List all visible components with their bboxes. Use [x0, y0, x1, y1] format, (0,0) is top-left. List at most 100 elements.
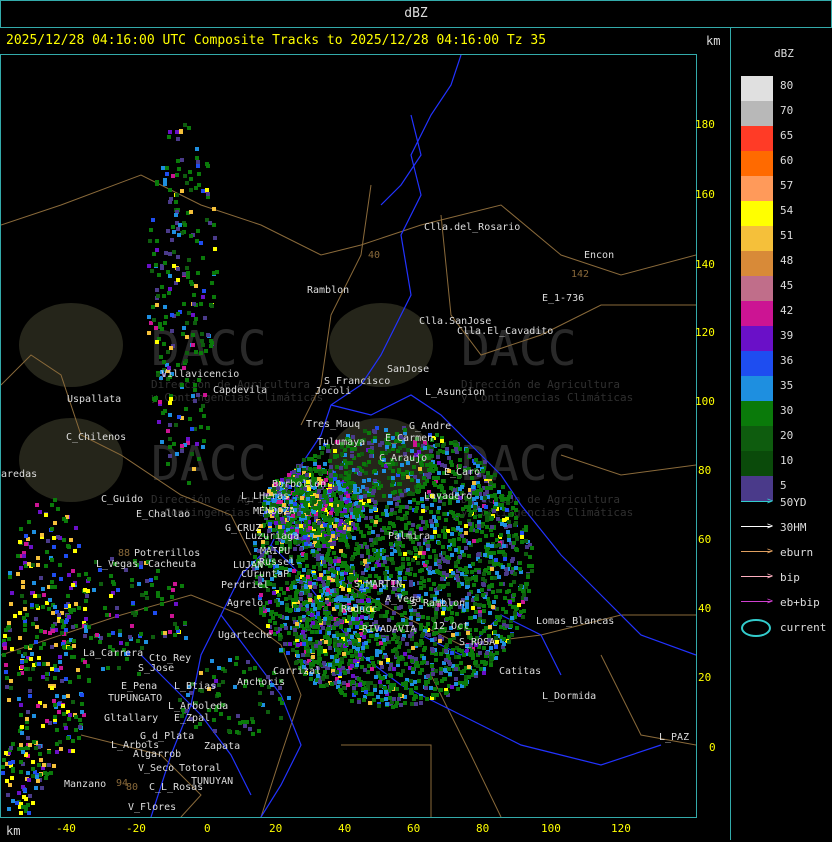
- echo-pixel: [500, 522, 504, 526]
- echo-pixel: [22, 616, 26, 620]
- echo-pixel: [172, 230, 176, 234]
- echo-pixel: [437, 516, 441, 520]
- echo-pixel: [19, 703, 23, 707]
- echo-pixel: [308, 593, 312, 597]
- echo-pixel: [342, 530, 346, 534]
- echo-pixel: [268, 619, 272, 623]
- echo-pixel: [410, 478, 414, 482]
- echo-pixel: [409, 616, 413, 620]
- echo-pixel: [339, 595, 343, 599]
- echo-pixel: [497, 490, 501, 494]
- echo-pixel: [397, 470, 401, 474]
- echo-pixel: [297, 571, 301, 575]
- echo-pixel: [473, 515, 477, 519]
- echo-pixel: [454, 682, 458, 686]
- echo-pixel: [391, 522, 395, 526]
- echo-pixel: [176, 159, 180, 163]
- echo-pixel: [314, 469, 318, 473]
- echo-pixel: [185, 351, 189, 355]
- echo-pixel: [502, 518, 506, 522]
- echo-pixel: [509, 624, 513, 628]
- echo-pixel: [152, 397, 156, 401]
- echo-pixel: [17, 697, 21, 701]
- echo-pixel: [169, 197, 173, 201]
- echo-pixel: [324, 606, 328, 610]
- echo-pixel: [360, 599, 364, 603]
- echo-pixel: [72, 639, 76, 643]
- echo-pixel: [432, 515, 436, 519]
- echo-pixel: [507, 534, 511, 538]
- radar-map[interactable]: DACC DACC DACC DACC Dirección de Agricul…: [0, 54, 697, 818]
- echo-pixel: [176, 137, 180, 141]
- echo-pixel: [304, 520, 308, 524]
- echo-pixel: [162, 342, 166, 346]
- echo-pixel: [354, 691, 358, 695]
- echo-pixel: [370, 519, 374, 523]
- echo-pixel: [416, 484, 420, 488]
- echo-pixel: [490, 494, 494, 498]
- echo-pixel: [431, 693, 435, 697]
- echo-pixel: [348, 470, 352, 474]
- echo-pixel: [391, 476, 395, 480]
- echo-pixel: [18, 611, 22, 615]
- echo-pixel: [354, 639, 358, 643]
- echo-pixel: [357, 700, 361, 704]
- echo-pixel: [503, 557, 507, 561]
- echo-pixel: [50, 667, 54, 671]
- legend-label-30: 30: [780, 404, 794, 417]
- echo-pixel: [322, 470, 326, 474]
- echo-pixel: [494, 558, 498, 562]
- echo-pixel: [369, 505, 373, 509]
- echo-pixel: [4, 663, 8, 667]
- echo-pixel: [163, 182, 167, 186]
- echo-pixel: [51, 624, 55, 628]
- echo-pixel: [436, 570, 440, 574]
- echo-pixel: [55, 694, 59, 698]
- echo-pixel: [329, 498, 333, 502]
- track-label: 30HM: [780, 521, 807, 534]
- echo-pixel: [507, 538, 511, 542]
- legend-label-45: 45: [780, 279, 794, 292]
- echo-pixel: [6, 793, 10, 797]
- echo-pixel: [212, 271, 216, 275]
- echo-pixel: [74, 715, 78, 719]
- echo-pixel: [530, 569, 534, 573]
- echo-pixel: [361, 646, 365, 650]
- echo-pixel: [139, 632, 143, 636]
- echo-pixel: [42, 642, 46, 646]
- echo-pixel: [201, 343, 205, 347]
- echo-pixel: [333, 455, 337, 459]
- echo-pixel: [318, 567, 322, 571]
- echo-pixel: [248, 727, 252, 731]
- echo-pixel: [527, 589, 531, 593]
- echo-pixel: [396, 496, 400, 500]
- echo-pixel: [435, 693, 439, 697]
- echo-pixel: [465, 448, 469, 452]
- echo-pixel: [166, 229, 170, 233]
- echo-pixel: [482, 629, 486, 633]
- echo-pixel: [435, 433, 439, 437]
- echo-pixel: [400, 613, 404, 617]
- track-arrow-icon: >: [741, 571, 773, 582]
- echo-pixel: [522, 609, 526, 613]
- echo-pixel: [309, 491, 313, 495]
- echo-pixel: [482, 583, 486, 587]
- echo-pixel: [21, 585, 25, 589]
- place-label: Capdevila: [213, 385, 267, 396]
- map-canvas[interactable]: DACC DACC DACC DACC Dirección de Agricul…: [1, 55, 696, 817]
- echo-pixel: [190, 427, 194, 431]
- echo-pixel: [377, 704, 381, 708]
- echo-pixel: [425, 560, 429, 564]
- echo-pixel: [199, 302, 203, 306]
- echo-pixel: [167, 135, 171, 139]
- echo-pixel: [170, 329, 174, 333]
- echo-pixel: [92, 588, 96, 592]
- echo-pixel: [39, 629, 43, 633]
- echo-pixel: [483, 553, 487, 557]
- echo-pixel: [34, 786, 38, 790]
- echo-pixel: [344, 477, 348, 481]
- echo-pixel: [476, 553, 480, 557]
- echo-pixel: [28, 677, 32, 681]
- echo-pixel: [41, 724, 45, 728]
- echo-pixel: [387, 501, 391, 505]
